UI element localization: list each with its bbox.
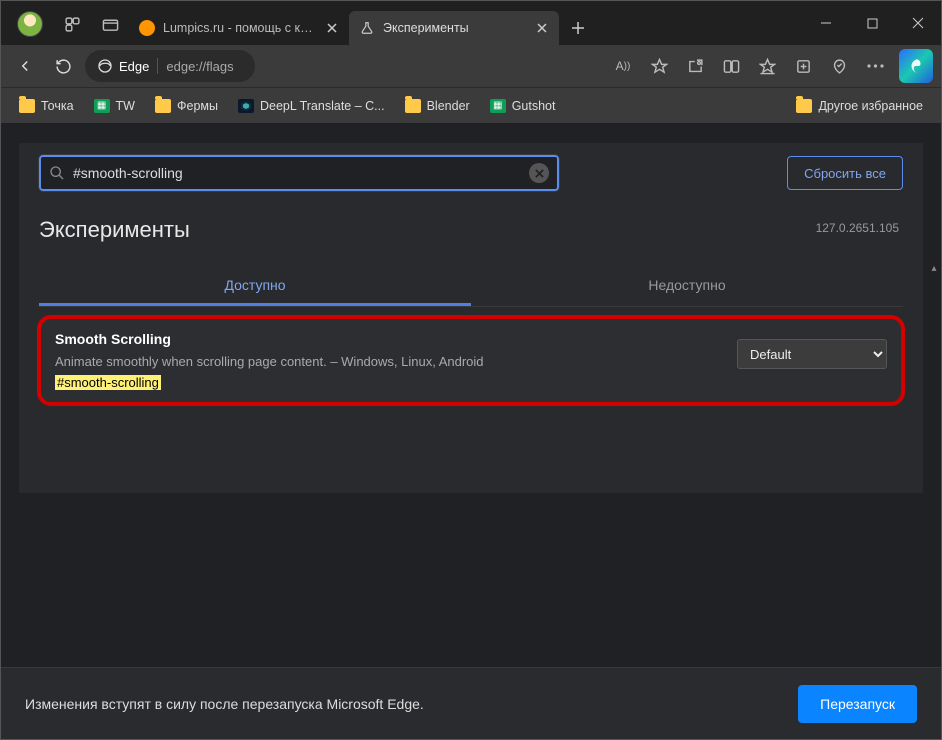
site-identity: Edge [97,58,149,74]
bookmark-item[interactable]: Blender [397,95,478,117]
separator [157,58,158,74]
sheets-icon: ▦ [94,99,110,113]
scrollbar[interactable]: ▴ [929,263,939,659]
page-title: Эксперименты [19,199,923,247]
bookmark-item[interactable]: DeepL Translate – C... [230,95,393,117]
bookmark-label: Фермы [177,99,218,113]
flag-title: Smooth Scrolling [55,331,721,347]
close-icon[interactable] [533,19,551,37]
close-button[interactable] [895,1,941,45]
more-icon[interactable] [859,50,891,82]
folder-icon [19,99,35,113]
address-bar[interactable]: Edge edge://flags [85,50,255,82]
url-text: edge://flags [166,59,233,74]
folder-icon [155,99,171,113]
restart-button[interactable]: Перезапуск [798,685,917,723]
edge-icon [97,58,113,74]
refresh-button[interactable] [47,50,79,82]
folder-icon [796,99,812,113]
site-label: Edge [119,59,149,74]
bookmark-item[interactable]: ▦ Gutshot [482,95,564,117]
reset-all-button[interactable]: Сбросить все [787,156,903,190]
version-label: 127.0.2651.105 [816,221,899,235]
minimize-button[interactable] [803,1,849,45]
flag-state-select[interactable]: Default [737,339,887,369]
collections-icon[interactable] [787,50,819,82]
favorites-icon[interactable] [751,50,783,82]
tab-available[interactable]: Доступно [39,267,471,306]
deepl-icon [238,99,254,113]
tab-unavailable[interactable]: Недоступно [471,267,903,306]
flags-search-box[interactable] [39,155,559,191]
folder-icon [405,99,421,113]
bookmark-item[interactable]: Точка [11,95,82,117]
profile-avatar[interactable] [17,11,43,37]
flag-hash: #smooth-scrolling [55,375,161,390]
tab-title: Lumpics.ru - помощь с компьют [163,21,315,35]
scroll-up-icon[interactable]: ▴ [929,263,939,274]
bookmark-item[interactable]: Фермы [147,95,226,117]
bookmark-label: Другое избранное [818,99,923,113]
tab-actions-icon[interactable] [97,11,123,37]
bookmark-label: Gutshot [512,99,556,113]
browser-toolbar: Edge edge://flags A)) [1,45,941,87]
tab-strip: Lumpics.ru - помощь с компьют Эксперимен… [1,1,803,45]
bookmark-label: Точка [41,99,74,113]
maximize-button[interactable] [849,1,895,45]
tab-title: Эксперименты [383,21,525,35]
copilot-button[interactable] [899,49,933,83]
sheets-icon: ▦ [490,99,506,113]
close-icon[interactable] [323,19,341,37]
site-favicon [139,20,155,36]
browser-essentials-icon[interactable] [823,50,855,82]
window-titlebar: Lumpics.ru - помощь с компьют Эксперимен… [1,1,941,45]
flag-entry: Smooth Scrolling Animate smoothly when s… [37,315,905,406]
page-content: Сбросить все Эксперименты 127.0.2651.105… [1,123,941,739]
flask-icon [359,20,375,36]
restart-bar: Изменения вступят в силу после перезапус… [1,667,941,739]
browser-tab-active[interactable]: Эксперименты [349,11,559,45]
window-controls [803,1,941,45]
workspaces-icon[interactable] [59,11,85,37]
read-aloud-icon[interactable]: A)) [607,50,639,82]
bookmark-label: Blender [427,99,470,113]
flag-description: Animate smoothly when scrolling page con… [55,353,721,371]
browser-tab-inactive[interactable]: Lumpics.ru - помощь с компьют [129,11,349,45]
back-button[interactable] [9,50,41,82]
restart-message: Изменения вступят в силу после перезапус… [25,696,424,712]
other-bookmarks[interactable]: Другое избранное [788,95,931,117]
flags-panel: Сбросить все Эксперименты 127.0.2651.105… [19,143,923,493]
search-icon [49,165,65,181]
bookmarks-bar: Точка ▦ TW Фермы DeepL Translate – C... B… [1,87,941,123]
bookmark-item[interactable]: ▦ TW [86,95,143,117]
extensions-icon[interactable] [679,50,711,82]
bookmark-label: TW [116,99,135,113]
bookmark-label: DeepL Translate – C... [260,99,385,113]
flags-search-input[interactable] [73,165,521,181]
clear-icon[interactable] [529,163,549,183]
favorite-icon[interactable] [643,50,675,82]
new-tab-button[interactable] [563,13,593,43]
split-screen-icon[interactable] [715,50,747,82]
flags-tabs: Доступно Недоступно [39,267,903,307]
